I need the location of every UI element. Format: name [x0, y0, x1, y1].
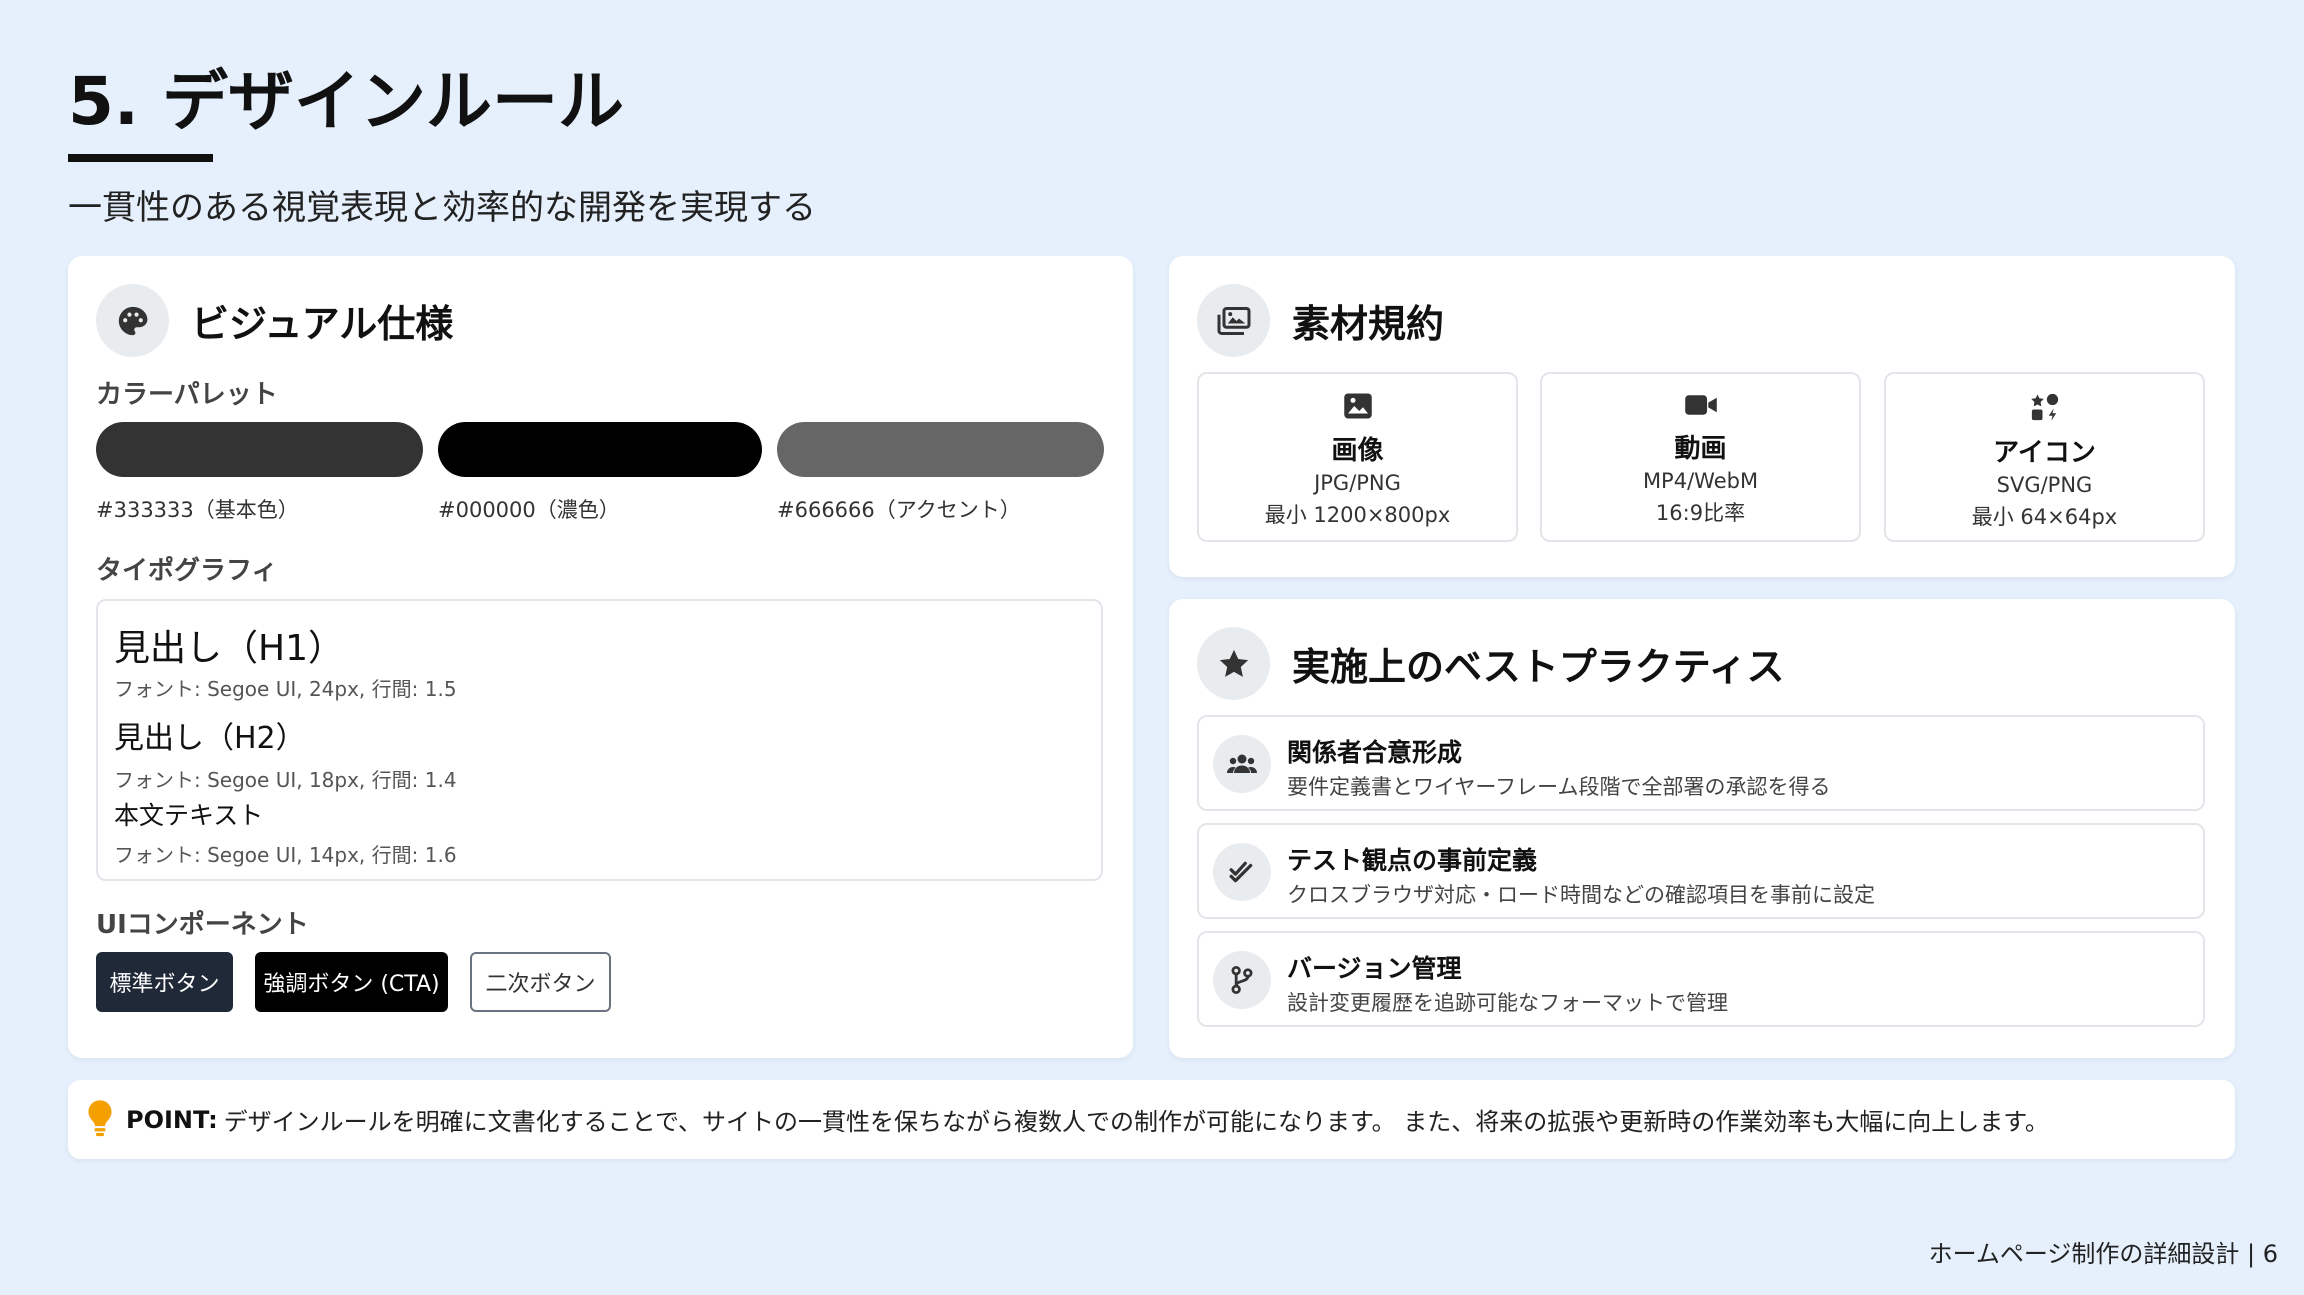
practice-item-test: テスト観点の事前定義 クロスブラウザ対応・ロード時間などの確認項目を事前に設定 [1197, 823, 2205, 919]
image-icon [1343, 392, 1373, 424]
asset-rules-header: 素材規約 [1197, 284, 1444, 357]
branch-icon [1213, 951, 1271, 1009]
asset-tile-video: 動画 MP4/WebM 16:9比率 [1540, 372, 1861, 542]
typography-body-sample: 本文テキスト [114, 801, 264, 830]
lightbulb-icon [86, 1099, 114, 1141]
best-practices-title: 実施上のベストプラクティス [1292, 645, 1785, 689]
swatch-base [96, 422, 423, 477]
standard-button[interactable]: 標準ボタン [96, 952, 233, 1012]
typography-body-meta: フォント: Segoe UI, 14px, 行間: 1.6 [114, 843, 457, 867]
ui-components-label: UIコンポーネント [96, 910, 309, 940]
practice-desc-consensus: 要件定義書とワイヤーフレーム段階で全部署の承認を得る [1287, 775, 1831, 799]
palette-label: カラーパレット [96, 380, 278, 410]
best-practices-card: 実施上のベストプラクティス 関係者合意形成 要件定義書とワイヤーフレーム段階で全… [1169, 599, 2235, 1058]
secondary-button[interactable]: 二次ボタン [470, 952, 611, 1012]
palette-icon [96, 284, 169, 357]
visual-spec-title: ビジュアル仕様 [191, 302, 454, 346]
asset-rules-title: 素材規約 [1292, 302, 1445, 346]
typography-h2-meta: フォント: Segoe UI, 18px, 行間: 1.4 [114, 768, 457, 792]
asset-spec-image: 最小 1200×800px [1264, 503, 1451, 527]
swatch-label-base: #333333（基本色） [96, 498, 299, 522]
point-bar: POINT: デザインルールを明確に文書化することで、サイトの一貫性を保ちながら… [68, 1080, 2235, 1159]
typography-h2-sample: 見出し（H2） [114, 721, 306, 756]
title-underline [68, 154, 213, 162]
asset-spec-icon: 最小 64×64px [1971, 505, 2118, 529]
asset-spec-video: 16:9比率 [1655, 501, 1746, 525]
asset-name-image: 画像 [1331, 436, 1384, 466]
best-practices-header: 実施上のベストプラクティス [1197, 627, 1784, 700]
cta-button[interactable]: 強調ボタン (CTA) [255, 952, 448, 1012]
typography-h1-sample: 見出し（H1） [114, 628, 344, 669]
swatch-label-dark: #000000（濃色） [438, 498, 620, 522]
swatch-label-accent: #666666（アクセント） [777, 498, 1021, 522]
practice-title-consensus: 関係者合意形成 [1287, 738, 1463, 767]
page-title: 5. デザインルール [68, 63, 624, 140]
typography-box: 見出し（H1） フォント: Segoe UI, 24px, 行間: 1.5 見出… [96, 599, 1103, 881]
asset-tile-icon: アイコン SVG/PNG 最小 64×64px [1884, 372, 2205, 542]
star-icon [1197, 627, 1270, 700]
asset-format-image: JPG/PNG [1314, 471, 1401, 495]
asset-format-icon: SVG/PNG [1996, 473, 2093, 497]
asset-tile-image: 画像 JPG/PNG 最小 1200×800px [1197, 372, 1518, 542]
practice-desc-test: クロスブラウザ対応・ロード時間などの確認項目を事前に設定 [1287, 883, 1875, 907]
footer-page-info: ホームページ制作の詳細設計 | 6 [1928, 1240, 2278, 1268]
practice-title-test: テスト観点の事前定義 [1287, 846, 1538, 875]
practice-item-consensus: 関係者合意形成 要件定義書とワイヤーフレーム段階で全部署の承認を得る [1197, 715, 2205, 811]
typography-h1-meta: フォント: Segoe UI, 24px, 行間: 1.5 [114, 677, 457, 701]
practice-title-version: バージョン管理 [1287, 954, 1462, 983]
typography-label: タイポグラフィ [96, 556, 278, 586]
swatch-accent [777, 422, 1104, 477]
asset-name-icon: アイコン [1993, 438, 2096, 468]
asset-name-video: 動画 [1674, 434, 1727, 464]
images-icon [1197, 284, 1270, 357]
visual-spec-card: ビジュアル仕様 カラーパレット #333333（基本色） #000000（濃色）… [68, 256, 1133, 1058]
page-subtitle: 一貫性のある視覚表現と効率的な開発を実現する [68, 188, 816, 228]
point-label: POINT: [126, 1105, 218, 1134]
practice-item-version: バージョン管理 設計変更履歴を追跡可能なフォーマットで管理 [1197, 931, 2205, 1027]
icons-icon [2030, 392, 2060, 426]
users-icon [1213, 735, 1271, 793]
practice-desc-version: 設計変更履歴を追跡可能なフォーマットで管理 [1287, 991, 1728, 1015]
point-text: デザインルールを明確に文書化することで、サイトの一貫性を保ちながら複数人での制作… [223, 1108, 2049, 1136]
video-icon [1684, 392, 1718, 422]
swatch-dark [438, 422, 762, 477]
asset-rules-card: 素材規約 画像 JPG/PNG 最小 1200×800px 動画 MP4/Web… [1169, 256, 2235, 577]
visual-spec-header: ビジュアル仕様 [96, 284, 453, 357]
check-double-icon [1213, 843, 1271, 901]
asset-format-video: MP4/WebM [1642, 469, 1759, 493]
